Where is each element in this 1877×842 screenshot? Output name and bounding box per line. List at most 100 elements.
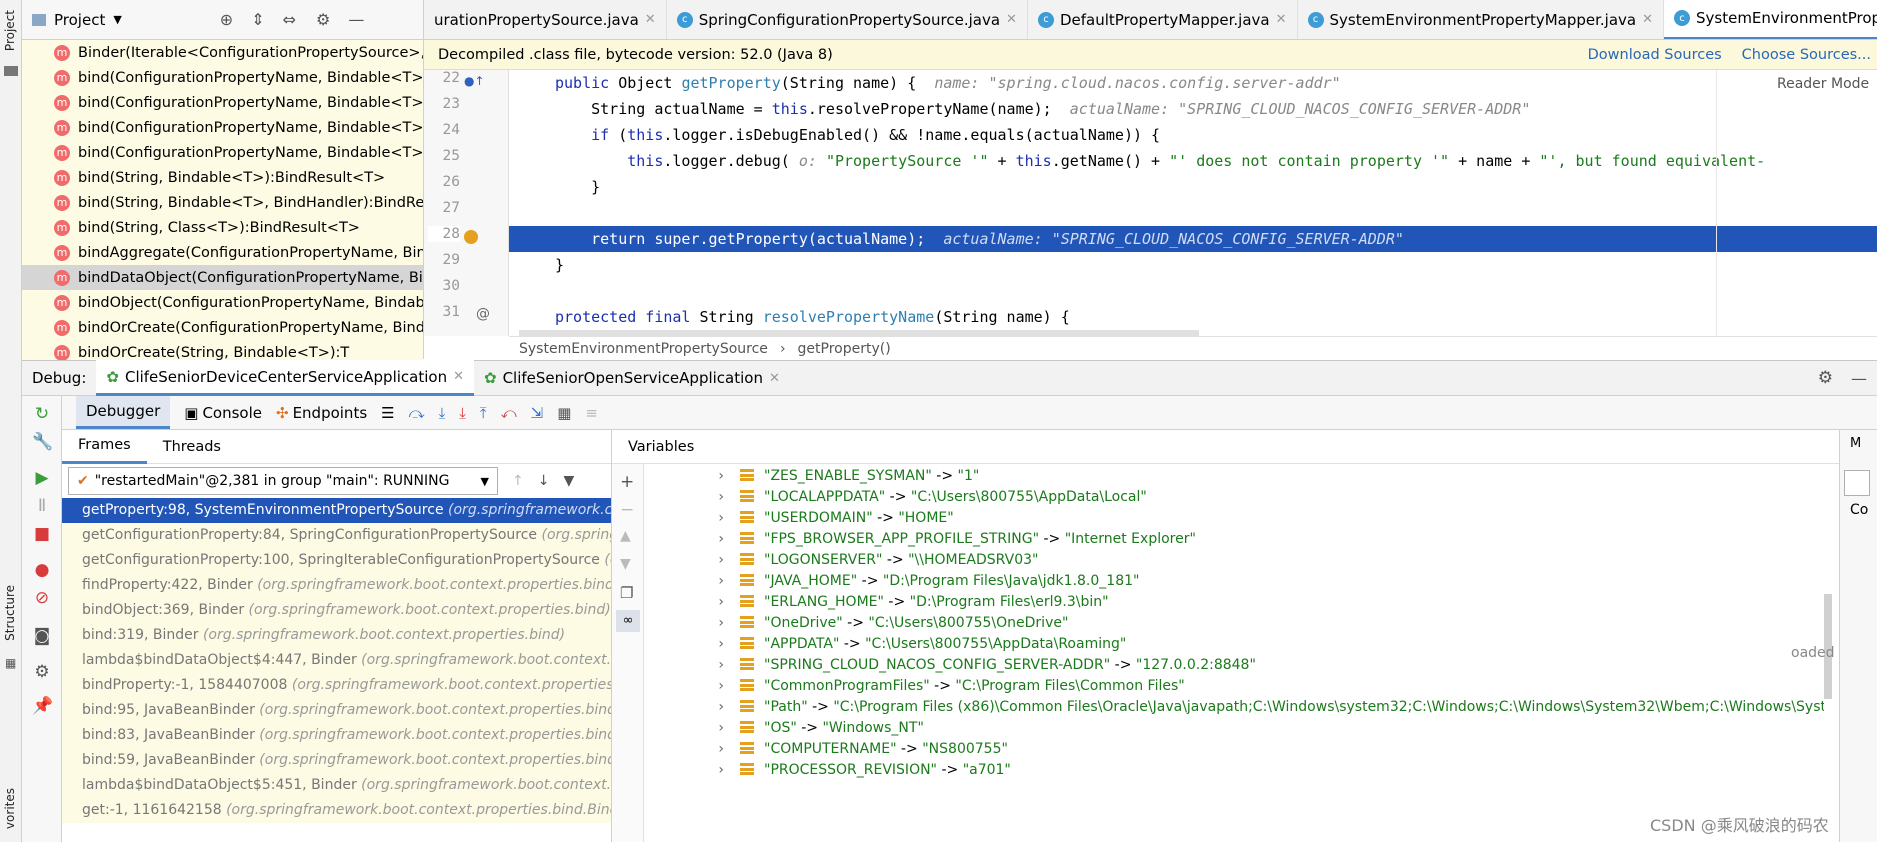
project-tree-item[interactable]: m Binder(Iterable<ConfigurationPropertySo…	[22, 40, 423, 65]
settings-icon[interactable]: ⚙	[32, 662, 52, 682]
pause-icon[interactable]: Ⅱ	[32, 496, 52, 516]
download-sources-link[interactable]: Download Sources	[1588, 47, 1722, 63]
variable-row[interactable]: › "PROCESSOR_REVISION" -> "a701"	[644, 758, 1824, 783]
remove-watch-icon[interactable]: −	[620, 500, 634, 520]
frame-row[interactable]: findProperty:422, Binder (org.springfram…	[62, 573, 611, 598]
project-tree-item[interactable]: m bindAggregate(ConfigurationPropertyName…	[22, 240, 423, 265]
bulb-icon[interactable]	[464, 230, 478, 244]
frame-row[interactable]: lambda$bindDataObject$5:451, Binder (org…	[62, 773, 611, 798]
add-watch-icon[interactable]: +	[620, 472, 634, 492]
field-icon	[740, 490, 754, 502]
move-up-icon[interactable]: ▲	[620, 528, 631, 544]
expand-all-icon[interactable]: ⇕	[251, 10, 264, 29]
arrow-down-icon[interactable]: ↓	[538, 473, 550, 489]
project-tree-item[interactable]: m bindOrCreate(ConfigurationPropertyName,…	[22, 315, 423, 340]
frame-row[interactable]: bind:59, JavaBeanBinder (org.springframe…	[62, 748, 611, 773]
copy-icon[interactable]: ❐	[620, 584, 633, 602]
frame-row[interactable]: getProperty:98, SystemEnvironmentPropert…	[62, 498, 611, 523]
editor-tab[interactable]: urationPropertySource.java ✕	[424, 0, 667, 39]
locate-icon[interactable]: ⊕	[220, 10, 233, 29]
project-tree-item[interactable]: m bind(ConfigurationPropertyName, Bindabl…	[22, 65, 423, 90]
frame-row[interactable]: bindObject:369, Binder (org.springframew…	[62, 598, 611, 623]
glasses-icon[interactable]: ∞	[616, 610, 640, 632]
project-tree-item[interactable]: m bindObject(ConfigurationPropertyName, B…	[22, 290, 423, 315]
choose-sources-link[interactable]: Choose Sources...	[1742, 47, 1871, 63]
run-to-cursor-icon[interactable]: ⇲	[531, 404, 544, 422]
menu-icon[interactable]: ☰	[381, 404, 394, 422]
editor-tab[interactable]: c SystemEnvironmentPropertyMapper.java ✕	[1298, 0, 1664, 39]
variable-value: "1"	[957, 468, 980, 484]
project-tree-item[interactable]: m bind(ConfigurationPropertyName, Bindabl…	[22, 140, 423, 165]
frame-row[interactable]: bind:83, JavaBeanBinder (org.springframe…	[62, 723, 611, 748]
debug-session-tab[interactable]: ✿ ClifeSeniorOpenServiceApplication ✕	[474, 360, 790, 396]
stop-icon[interactable]: ■	[32, 524, 52, 544]
editor-tab[interactable]: c DefaultPropertyMapper.java ✕	[1028, 0, 1298, 39]
frame-row[interactable]: get:-1, 1161642158 (org.springframework.…	[62, 798, 611, 823]
minimize-icon[interactable]: —	[348, 10, 364, 29]
collapsed-tab-m[interactable]: M	[1850, 436, 1861, 451]
debug-session-tab[interactable]: ✿ ClifeSeniorDeviceCenterServiceApplicati…	[96, 360, 474, 396]
chevron-down-icon[interactable]: ▼	[113, 13, 121, 26]
frame-row[interactable]: bindProperty:-1, 1584407008 (org.springf…	[62, 673, 611, 698]
frame-row[interactable]: getConfigurationProperty:100, SpringIter…	[62, 548, 611, 573]
step-out-icon[interactable]: ⤒	[480, 404, 487, 422]
breadcrumb-class[interactable]: SystemEnvironmentPropertySource	[519, 341, 768, 357]
resume-icon[interactable]: ▶	[32, 468, 52, 488]
close-icon[interactable]: ✕	[453, 369, 464, 384]
project-tool-tab[interactable]: Project	[3, 10, 17, 51]
project-tree-item[interactable]: m bind(String, Class<T>):BindResult<T>	[22, 215, 423, 240]
method-icon: m	[54, 294, 70, 311]
camera-icon[interactable]: ◙	[32, 626, 52, 646]
pin-icon[interactable]: 📌	[32, 696, 53, 716]
breadcrumb-method[interactable]: getProperty()	[798, 341, 891, 357]
view-breakpoints-icon[interactable]: ●	[32, 560, 52, 580]
frame-row[interactable]: bind:95, JavaBeanBinder (org.springframe…	[62, 698, 611, 723]
favorites-tool-tab[interactable]: vorites	[3, 788, 17, 829]
close-icon[interactable]: ✕	[1276, 12, 1287, 27]
step-over-icon[interactable]: ⤼	[409, 404, 425, 422]
frame-row[interactable]: lambda$bindDataObject$4:447, Binder (org…	[62, 648, 611, 673]
editor-tab[interactable]: c SpringConfigurationPropertySource.java ✕	[667, 0, 1028, 39]
rerun-icon[interactable]: ↻	[32, 404, 52, 424]
trace-icon[interactable]: ≡	[585, 404, 598, 422]
force-step-into-icon[interactable]: ⤓	[459, 404, 466, 422]
code-editor[interactable]: public Object getProperty(String name) {…	[509, 70, 1877, 336]
tab-console[interactable]: Console	[202, 404, 262, 422]
close-icon[interactable]: ✕	[1642, 12, 1653, 27]
tab-frames[interactable]: Frames	[62, 430, 147, 464]
editor-tab[interactable]: cSystemEnvironmentPropertySource.class✕	[1664, 0, 1877, 39]
tab-debugger[interactable]: Debugger	[76, 396, 171, 429]
minimize-icon[interactable]: —	[1851, 369, 1867, 388]
close-icon[interactable]: ✕	[645, 12, 656, 27]
frame-row[interactable]: bind:319, Binder (org.springframework.bo…	[62, 623, 611, 648]
editor-gutter[interactable]: 22 23 24 25 26 27 28 29 30 31 ●↑ @	[424, 70, 509, 336]
project-tree-item[interactable]: m bindDataObject(ConfigurationPropertyNam…	[22, 265, 423, 290]
search-field[interactable]	[1844, 470, 1870, 496]
frame-row[interactable]: getConfigurationProperty:84, SpringConfi…	[62, 523, 611, 548]
mute-breakpoints-icon[interactable]: ⊘	[32, 588, 52, 608]
project-tree-item[interactable]: m bind(String, Bindable<T>):BindResult<T>	[22, 165, 423, 190]
move-down-icon[interactable]: ▼	[620, 556, 631, 572]
project-tree-item[interactable]: m bind(ConfigurationPropertyName, Bindabl…	[22, 115, 423, 140]
evaluate-icon[interactable]: ▦	[557, 404, 571, 422]
gear-icon[interactable]: ⚙	[316, 10, 330, 29]
tab-threads[interactable]: Threads	[147, 430, 237, 464]
thread-select[interactable]: ✔ "restartedMain"@2,381 in group "main":…	[68, 467, 498, 495]
project-title[interactable]: Project	[54, 11, 105, 29]
structure-tool-tab[interactable]: Structure	[3, 585, 17, 641]
collapse-all-icon[interactable]: ⇔	[283, 10, 296, 29]
reader-mode-toggle[interactable]: Reader Mode	[1777, 76, 1869, 92]
gear-icon[interactable]: ⚙	[1818, 368, 1833, 388]
tab-endpoints[interactable]: Endpoints	[293, 404, 368, 422]
wrench-icon[interactable]: 🔧	[32, 432, 53, 452]
step-into-icon[interactable]: ⤓	[439, 404, 446, 422]
project-tree-item[interactable]: m bind(String, Bindable<T>, BindHandler):…	[22, 190, 423, 215]
filter-icon[interactable]: ▼	[563, 473, 574, 489]
arrow-up-icon[interactable]: ↑	[512, 473, 524, 489]
drop-frame-icon[interactable]: ⤺	[501, 404, 517, 422]
expand-arrow-icon[interactable]: ›	[684, 758, 724, 783]
project-tree-item[interactable]: m bind(ConfigurationPropertyName, Bindabl…	[22, 90, 423, 115]
close-icon[interactable]: ✕	[769, 371, 780, 386]
close-icon[interactable]: ✕	[1006, 12, 1017, 27]
override-marker-icon[interactable]: ●↑	[464, 74, 485, 88]
